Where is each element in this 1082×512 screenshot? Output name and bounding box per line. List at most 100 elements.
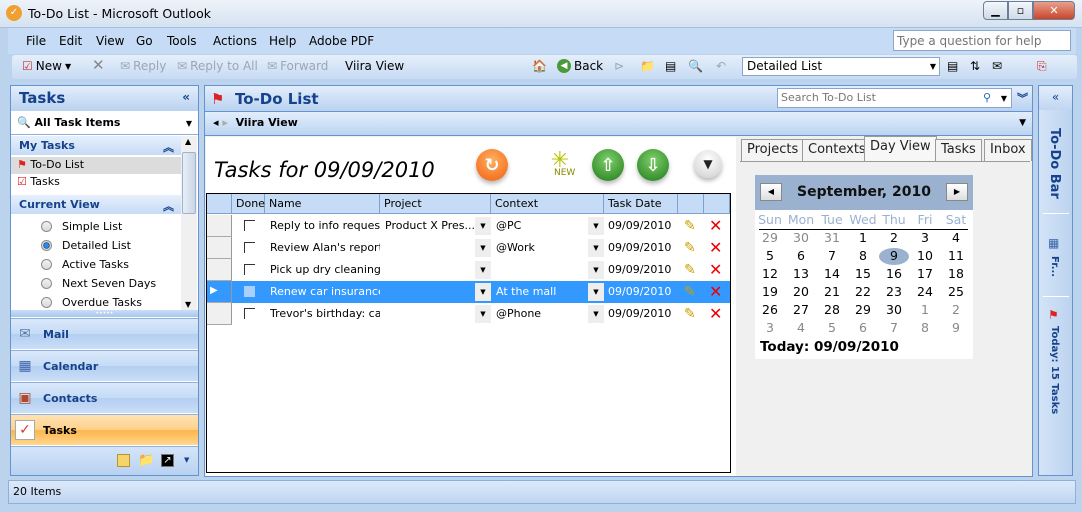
task-name[interactable]: Trevor's birthday: call! <box>270 303 380 325</box>
radio-button[interactable] <box>41 240 52 251</box>
nav-button-contacts[interactable]: ▣ Contacts <box>11 382 198 413</box>
task-name[interactable]: Pick up dry cleaning <box>270 259 380 281</box>
view-option[interactable]: Active Tasks <box>11 255 181 274</box>
calendar-day[interactable]: 30 <box>786 230 816 247</box>
help-search-input[interactable] <box>893 30 1071 51</box>
column-header[interactable]: Project <box>380 194 491 214</box>
print-preview-icon[interactable]: 🔍 <box>688 59 703 73</box>
close-button[interactable]: ✕ <box>1033 1 1075 20</box>
folder-list-icon[interactable]: 📁 <box>138 453 154 468</box>
refresh-button[interactable]: ↻ <box>476 149 508 181</box>
back-nav-icon[interactable]: ◂ <box>213 116 219 129</box>
view-option[interactable]: Simple List <box>11 217 181 236</box>
project-dropdown[interactable]: ▼ <box>475 217 491 235</box>
view-select[interactable]: Detailed List ▼ <box>742 57 940 76</box>
reply-all-button[interactable]: ✉ Reply to All <box>177 59 258 73</box>
expand-query-icon[interactable]: ︾ <box>1017 90 1028 106</box>
task-date[interactable]: 09/09/2010 <box>608 281 678 303</box>
project-dropdown[interactable]: ▼ <box>475 283 491 301</box>
done-checkbox[interactable] <box>244 242 255 253</box>
edit-pencil-icon[interactable]: ✎ <box>684 259 702 281</box>
my-tasks-header[interactable]: My Tasks ︽ <box>11 136 181 155</box>
calendar-today[interactable]: Today: 09/09/2010 <box>760 339 899 355</box>
reply-button[interactable]: ✉ Reply <box>120 59 166 73</box>
calendar-day[interactable]: 30 <box>879 302 909 319</box>
scrollbar-thumb[interactable] <box>182 152 196 214</box>
column-header[interactable] <box>678 194 704 214</box>
calendar-day[interactable]: 14 <box>817 266 847 283</box>
back-button[interactable]: ◀ Back <box>557 59 603 73</box>
forward-nav-icon[interactable]: ▸ <box>222 116 228 129</box>
calendar-day[interactable]: 26 <box>755 302 785 319</box>
undo-icon[interactable]: ↶ <box>716 59 726 73</box>
context-dropdown[interactable]: ▼ <box>588 239 604 257</box>
table-row[interactable]: Reply to info request Product X Pres... ▼ @… <box>207 215 730 237</box>
minimize-button[interactable]: ▁ <box>983 1 1008 20</box>
done-checkbox[interactable] <box>244 308 255 319</box>
options-button[interactable]: ▼ <box>694 150 722 178</box>
maximize-button[interactable]: ▫ <box>1008 1 1033 20</box>
done-checkbox[interactable] <box>244 220 255 231</box>
calendar-day[interactable]: 4 <box>941 230 971 247</box>
table-row[interactable]: Pick up dry cleaning ▼ ▼ 09/09/2010 ✎ ✕ <box>207 259 730 281</box>
column-header[interactable] <box>207 194 232 214</box>
menu-view[interactable]: View <box>96 34 124 48</box>
new-task-button[interactable]: ✳ NEW <box>538 148 582 182</box>
collapse-pane-icon[interactable]: « <box>182 90 190 104</box>
calendar-day[interactable]: 2 <box>879 230 909 247</box>
calendar-day[interactable]: 9 <box>879 248 909 265</box>
done-checkbox[interactable] <box>244 286 255 297</box>
delete-x-icon[interactable]: ✕ <box>709 259 727 281</box>
table-row[interactable]: Trevor's birthday: call! ▼ @Phone ▼ 09/09/20… <box>207 303 730 325</box>
calendar-day[interactable]: 10 <box>910 248 940 265</box>
context-dropdown[interactable]: ▼ <box>588 261 604 279</box>
task-context[interactable]: @Phone <box>496 303 586 325</box>
calendar-day[interactable]: 23 <box>879 284 909 301</box>
delete-icon[interactable]: ✕ <box>92 56 105 74</box>
view-option[interactable]: Detailed List <box>11 236 181 255</box>
delete-x-icon[interactable]: ✕ <box>709 237 727 259</box>
delete-x-icon[interactable]: ✕ <box>709 303 727 325</box>
calendar-day[interactable]: 13 <box>786 266 816 283</box>
search-input[interactable]: Search To-Do List ⚲ ▼ <box>777 88 1012 108</box>
menu-adobe-pdf[interactable]: Adobe PDF <box>309 34 374 48</box>
reading-pane-icon[interactable]: ▤ <box>947 59 958 73</box>
tab-inbox[interactable]: Inbox <box>984 139 1032 161</box>
up-folder-icon[interactable]: 📁 <box>640 59 655 73</box>
project-dropdown[interactable]: ▼ <box>475 305 491 323</box>
calendar-day[interactable]: 24 <box>910 284 940 301</box>
calendar-day[interactable]: 12 <box>755 266 785 283</box>
calendar-day[interactable]: 2 <box>941 302 971 319</box>
search-icon[interactable]: ⚲ <box>983 91 991 104</box>
calendar-day[interactable]: 22 <box>848 284 878 301</box>
context-dropdown[interactable]: ▼ <box>588 283 604 301</box>
menu-help[interactable]: Help <box>269 34 296 48</box>
column-header[interactable] <box>704 194 730 214</box>
subheader-menu-icon[interactable]: ▼ <box>1019 118 1026 128</box>
edit-pencil-icon[interactable]: ✎ <box>684 303 702 325</box>
todo-bar[interactable]: « To-Do Bar ▦ Fr... ⚑ Today: 15 Tasks <box>1038 85 1073 476</box>
expand-todo-bar-icon[interactable]: « <box>1039 86 1072 110</box>
edit-pencil-icon[interactable]: ✎ <box>684 215 702 237</box>
menu-tools[interactable]: Tools <box>167 34 197 48</box>
table-row[interactable]: Review Alan's report ▼ @Work ▼ 09/09/2010 ✎ ✕ <box>207 237 730 259</box>
calendar-day[interactable]: 25 <box>941 284 971 301</box>
nav-item-todo-list[interactable]: ⚑ To-Do List <box>11 157 181 174</box>
calendar-day[interactable]: 9 <box>941 320 971 337</box>
calendar-day[interactable]: 6 <box>848 320 878 337</box>
tab-tasks[interactable]: Tasks <box>935 139 982 161</box>
calendar-day[interactable]: 31 <box>817 230 847 247</box>
next-month-button[interactable]: ▶ <box>946 183 968 201</box>
forward-arrow-icon[interactable]: ⊳ <box>614 59 624 73</box>
column-header[interactable]: Name <box>265 194 380 214</box>
calendar-day[interactable]: 21 <box>817 284 847 301</box>
calendar-day[interactable]: 8 <box>910 320 940 337</box>
calendar-day[interactable]: 8 <box>848 248 878 265</box>
home-icon[interactable]: 🏠 <box>532 59 547 73</box>
project-dropdown[interactable]: ▼ <box>475 239 491 257</box>
delete-x-icon[interactable]: ✕ <box>709 215 727 237</box>
calendar-day[interactable]: 5 <box>817 320 847 337</box>
task-date[interactable]: 09/09/2010 <box>608 237 678 259</box>
radio-button[interactable] <box>41 221 52 232</box>
calendar-day[interactable]: 3 <box>755 320 785 337</box>
